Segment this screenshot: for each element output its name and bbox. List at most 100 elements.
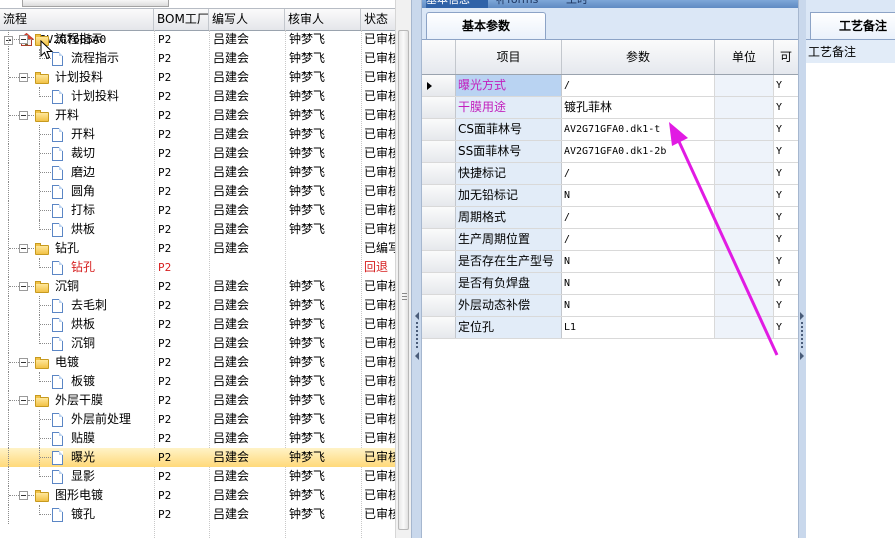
column-header-reviewer[interactable]: 核审人 — [285, 9, 361, 30]
tree-row[interactable]: 烘板 P2 吕建会 钟梦飞 已审核 — [0, 315, 395, 334]
param-item-cell[interactable]: 周期格式 — [456, 207, 562, 228]
param-unit-cell[interactable] — [715, 317, 774, 338]
tree-node-label[interactable]: 图形电镀 — [55, 486, 103, 505]
collapse-right-icon[interactable] — [800, 312, 804, 320]
tree-row[interactable]: 计划投料 P2 吕建会 钟梦飞 已审核 — [0, 87, 395, 106]
tree-row[interactable]: 开料 P2 吕建会 钟梦飞 已审核 — [0, 125, 395, 144]
param-flag-cell[interactable]: Y — [774, 75, 798, 96]
param-item-cell[interactable]: 快捷标记 — [456, 163, 562, 184]
param-value-cell[interactable]: / — [562, 207, 715, 228]
column-header-item[interactable]: 项目 — [456, 40, 562, 74]
tree-row[interactable]: 曝光 P2 吕建会 钟梦飞 已审核 — [0, 448, 395, 467]
param-value-cell[interactable]: 镀孔菲林 — [562, 97, 715, 118]
tree-node-label[interactable]: 外层干膜 — [55, 391, 103, 410]
tree-node-label[interactable]: 磨边 — [71, 163, 95, 182]
param-unit-cell[interactable] — [715, 75, 774, 96]
tree-row[interactable]: 显影 P2 吕建会 钟梦飞 已审核 — [0, 467, 395, 486]
parameter-row[interactable]: 是否存在生产型号 N Y — [422, 251, 798, 273]
param-item-cell[interactable]: 生产周期位置 — [456, 229, 562, 250]
collapse-toggle[interactable] — [19, 73, 28, 82]
row-selector[interactable] — [422, 295, 456, 316]
param-value-cell[interactable]: N — [562, 185, 715, 206]
param-unit-cell[interactable] — [715, 295, 774, 316]
parameter-row[interactable]: 快捷标记 / Y — [422, 163, 798, 185]
tree-node-label[interactable]: 外层前处理 — [71, 410, 131, 429]
tree-node-label[interactable]: 裁切 — [71, 144, 95, 163]
param-flag-cell[interactable]: Y — [774, 251, 798, 272]
row-selector[interactable] — [422, 251, 456, 272]
tree-node-label[interactable]: 沉铜 — [71, 334, 95, 353]
param-unit-cell[interactable] — [715, 141, 774, 162]
parameter-row[interactable]: 外层动态补偿 N Y — [422, 295, 798, 317]
tree-row[interactable]: 外层前处理 P2 吕建会 钟梦飞 已审核 — [0, 410, 395, 429]
column-header-status[interactable]: 状态 — [361, 9, 395, 30]
tree-row[interactable]: 去毛刺 P2 吕建会 钟梦飞 已审核 — [0, 296, 395, 315]
parameter-row[interactable]: CS面菲林号 AV2G71GFA0.dk1-t Y — [422, 119, 798, 141]
tree-row[interactable]: 流程指示 P2 吕建会 钟梦飞 已审核 — [0, 49, 395, 68]
tree-node-label[interactable]: 沉铜 — [55, 277, 79, 296]
param-item-cell[interactable]: 是否有负焊盘 — [456, 273, 562, 294]
param-item-cell[interactable]: SS面菲林号 — [456, 141, 562, 162]
param-unit-cell[interactable] — [715, 185, 774, 206]
panel-splitter[interactable] — [798, 0, 806, 538]
collapse-toggle[interactable] — [19, 491, 28, 500]
tree-row[interactable]: 图形电镀 P2 吕建会 钟梦飞 已审核 — [0, 486, 395, 505]
tree-row[interactable]: 外层干膜 P2 吕建会 钟梦飞 已审核 — [0, 391, 395, 410]
row-selector[interactable] — [422, 97, 456, 118]
tree-row[interactable]: 钻孔 P2 吕建会 已编写 — [0, 239, 395, 258]
row-selector[interactable] — [422, 317, 456, 338]
parameter-row[interactable]: 定位孔 L1 Y — [422, 317, 798, 339]
tree-row[interactable]: 钻孔 P2 回退 — [0, 258, 395, 277]
param-flag-cell[interactable]: Y — [774, 207, 798, 228]
param-unit-cell[interactable] — [715, 119, 774, 140]
param-item-cell[interactable]: 干膜用途 — [456, 97, 562, 118]
vertical-scrollbar[interactable] — [395, 0, 411, 538]
param-flag-cell[interactable]: Y — [774, 295, 798, 316]
param-value-cell[interactable]: AV2G71GFA0.dk1-2b — [562, 141, 715, 162]
parameter-row[interactable]: SS面菲林号 AV2G71GFA0.dk1-2b Y — [422, 141, 798, 163]
tree-row[interactable]: 裁切 P2 吕建会 钟梦飞 已审核 — [0, 144, 395, 163]
param-flag-cell[interactable]: Y — [774, 317, 798, 338]
param-value-cell[interactable]: / — [562, 75, 715, 96]
tree-node-label[interactable]: 板镀 — [71, 372, 95, 391]
scrollbar-thumb[interactable] — [398, 30, 409, 530]
parameter-row[interactable]: 周期格式 / Y — [422, 207, 798, 229]
tree-node-label[interactable]: 镀孔 — [71, 505, 95, 524]
collapse-left-icon[interactable] — [415, 312, 419, 320]
tree-row[interactable]: 沉铜 P2 吕建会 钟梦飞 已审核 — [0, 334, 395, 353]
param-flag-cell[interactable]: Y — [774, 273, 798, 294]
param-value-cell[interactable]: L1 — [562, 317, 715, 338]
tree-row[interactable]: 开料 P2 吕建会 钟梦飞 已审核 — [0, 106, 395, 125]
row-selector[interactable] — [422, 163, 456, 184]
tree-row[interactable]: 打标 P2 吕建会 钟梦飞 已审核 — [0, 201, 395, 220]
row-selector[interactable] — [422, 141, 456, 162]
tree-node-label[interactable]: 计划投料 — [55, 68, 103, 87]
tab-basic-info[interactable]: 基本信息 — [426, 0, 488, 8]
tree-node-label[interactable]: 开料 — [71, 125, 95, 144]
param-unit-cell[interactable] — [715, 97, 774, 118]
collapse-toggle[interactable] — [19, 282, 28, 291]
tree-row[interactable]: 镀孔 P2 吕建会 钟梦飞 已审核 — [0, 505, 395, 524]
param-value-cell[interactable]: / — [562, 229, 715, 250]
tree-node-label[interactable]: 烘板 — [71, 220, 95, 239]
tree-row[interactable]: 计划投料 P2 吕建会 钟梦飞 已审核 — [0, 68, 395, 87]
tree-row[interactable]: 电镀 P2 吕建会 钟梦飞 已审核 — [0, 353, 395, 372]
row-selector[interactable] — [422, 119, 456, 140]
param-item-cell[interactable]: 加无铅标记 — [456, 185, 562, 206]
column-header-param[interactable]: 参数 — [562, 40, 715, 74]
row-selector[interactable] — [422, 229, 456, 250]
tree-node-label[interactable]: 贴膜 — [71, 429, 95, 448]
tree-node-label[interactable]: 圆角 — [71, 182, 95, 201]
parameter-row[interactable]: 是否有负焊盘 N Y — [422, 273, 798, 295]
column-header-bom[interactable]: BOM工厂 — [154, 9, 209, 30]
row-selector[interactable] — [422, 75, 456, 96]
param-flag-cell[interactable]: Y — [774, 119, 798, 140]
toolbar-button[interactable] — [22, 0, 169, 7]
collapse-toggle[interactable] — [19, 396, 28, 405]
param-item-cell[interactable]: 外层动态补偿 — [456, 295, 562, 316]
param-value-cell[interactable]: / — [562, 163, 715, 184]
tree-node-label[interactable]: 显影 — [71, 467, 95, 486]
param-item-cell[interactable]: CS面菲林号 — [456, 119, 562, 140]
parameter-row[interactable]: 加无铅标记 N Y — [422, 185, 798, 207]
tree-row[interactable]: 流程指示 P2 吕建会 钟梦飞 已审核 — [0, 30, 395, 49]
